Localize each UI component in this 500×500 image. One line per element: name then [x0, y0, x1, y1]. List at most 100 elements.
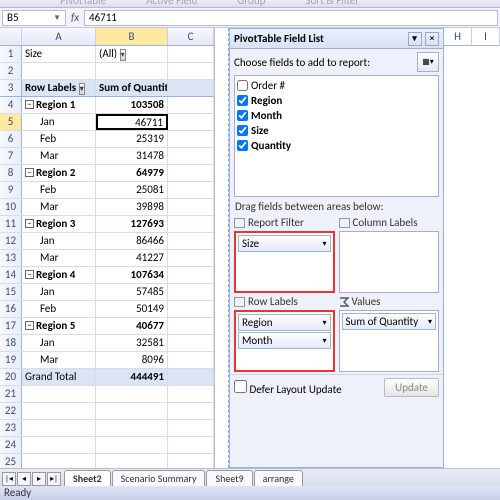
row-header[interactable]: 25	[0, 454, 22, 468]
cell[interactable]: 127693	[96, 216, 168, 232]
tab-more[interactable]: arrange	[254, 470, 303, 486]
cell[interactable]	[96, 386, 168, 402]
name-box[interactable]: B5 ▼	[2, 10, 66, 26]
tab-first-icon[interactable]: |◂	[2, 472, 16, 486]
row-header[interactable]: 5	[0, 114, 22, 130]
row-header[interactable]: 8	[0, 165, 22, 181]
col-header-C[interactable]: C	[168, 28, 214, 45]
row-header[interactable]: 13	[0, 250, 22, 266]
cell[interactable]	[168, 63, 214, 79]
cell[interactable]	[168, 97, 214, 113]
row-header[interactable]: 17	[0, 318, 22, 334]
field-list-dropdown-icon[interactable]: ▾	[408, 32, 422, 46]
field-checkbox[interactable]	[237, 110, 248, 121]
collapse-icon[interactable]: −	[25, 168, 34, 177]
row-header[interactable]: 4	[0, 97, 22, 113]
cell[interactable]: Mar	[22, 352, 96, 368]
row-header[interactable]: 10	[0, 199, 22, 215]
cell[interactable]: Mar	[22, 148, 96, 164]
cell[interactable]: 39898	[96, 199, 168, 215]
col-header-A[interactable]: A	[22, 28, 96, 45]
row-header[interactable]: 23	[0, 420, 22, 436]
chevron-down-icon[interactable]: ▾	[322, 336, 326, 346]
cell[interactable]: −Region 5	[22, 318, 96, 334]
cell[interactable]	[168, 420, 214, 436]
row-header[interactable]: 14	[0, 267, 22, 283]
cell[interactable]	[22, 63, 96, 79]
field-checkbox[interactable]	[237, 125, 248, 136]
cell[interactable]: 57485	[96, 284, 168, 300]
cell[interactable]: 25081	[96, 182, 168, 198]
cell[interactable]	[168, 114, 214, 130]
cell[interactable]	[96, 437, 168, 453]
cell[interactable]: Size	[22, 46, 96, 62]
row-header[interactable]: 16	[0, 301, 22, 317]
row-header[interactable]: 19	[0, 352, 22, 368]
field-checkbox[interactable]	[237, 95, 248, 106]
cell[interactable]	[168, 386, 214, 402]
area-pill[interactable]: Region▾	[238, 314, 331, 331]
tab-last-icon[interactable]: ▸|	[47, 472, 61, 486]
cell[interactable]	[22, 454, 96, 468]
cell[interactable]: Feb	[22, 301, 96, 317]
collapse-icon[interactable]: −	[25, 321, 34, 330]
cell[interactable]: 31478	[96, 148, 168, 164]
cell[interactable]: Row Labels ▾	[22, 80, 96, 96]
cell[interactable]	[168, 301, 214, 317]
field-item[interactable]: Size	[237, 123, 436, 138]
cell[interactable]	[168, 148, 214, 164]
cell[interactable]	[168, 165, 214, 181]
values-area[interactable]: Sum of Quantity▾	[339, 310, 440, 372]
sheet-tab[interactable]: Scenario Summary	[112, 470, 206, 486]
cell[interactable]: 8096	[96, 352, 168, 368]
tab-nav-buttons[interactable]: |◂ ◂ ▸ ▸|	[0, 472, 63, 486]
rowlabels-filter-icon[interactable]: ▾	[79, 83, 85, 95]
cell[interactable]	[168, 403, 214, 419]
row-header[interactable]: 9	[0, 182, 22, 198]
chevron-down-icon[interactable]: ▾	[428, 317, 432, 327]
cell[interactable]	[22, 386, 96, 402]
row-labels-area[interactable]: Region▾Month▾	[234, 310, 335, 372]
cell[interactable]: 64979	[96, 165, 168, 181]
field-item[interactable]: Order #	[237, 78, 436, 93]
cell[interactable]	[168, 216, 214, 232]
row-header[interactable]: 7	[0, 148, 22, 164]
cell[interactable]	[168, 267, 214, 283]
cell[interactable]: Jan	[22, 335, 96, 351]
cell[interactable]: Jan	[22, 233, 96, 249]
field-item[interactable]: Quantity	[237, 138, 436, 153]
layout-options-button[interactable]: ▦▾	[417, 52, 439, 72]
cell[interactable]	[22, 403, 96, 419]
cell[interactable]: 86466	[96, 233, 168, 249]
col-header-H[interactable]: H	[444, 28, 472, 46]
select-all-corner[interactable]	[0, 28, 22, 45]
cell[interactable]: Jan	[22, 284, 96, 300]
row-header[interactable]: 18	[0, 335, 22, 351]
worksheet-grid[interactable]: A B C 1Size(All) ▾23Row Labels ▾Sum of Q…	[0, 28, 215, 468]
row-header[interactable]: 15	[0, 284, 22, 300]
field-checkbox[interactable]	[237, 80, 248, 91]
cell[interactable]	[168, 131, 214, 147]
cell[interactable]: Mar	[22, 199, 96, 215]
cell[interactable]: −Region 1	[22, 97, 96, 113]
close-icon[interactable]: ×	[425, 32, 439, 46]
cell[interactable]: −Region 2	[22, 165, 96, 181]
cell[interactable]: 41227	[96, 250, 168, 266]
cell[interactable]: (All) ▾	[96, 46, 168, 62]
cell[interactable]	[96, 420, 168, 436]
tab-prev-icon[interactable]: ◂	[17, 472, 31, 486]
tab-next-icon[interactable]: ▸	[32, 472, 46, 486]
cell[interactable]: Jan	[22, 114, 96, 130]
cell[interactable]	[96, 63, 168, 79]
cell[interactable]	[168, 250, 214, 266]
pagefilter-dropdown-icon[interactable]: ▾	[120, 49, 126, 61]
sheet-tab[interactable]: Sheet2	[64, 470, 111, 486]
field-list-titlebar[interactable]: PivotTable Field List ▾ ×	[230, 29, 443, 49]
formula-input[interactable]: 46711	[84, 10, 498, 26]
row-header[interactable]: 11	[0, 216, 22, 232]
area-pill[interactable]: Size▾	[238, 235, 331, 252]
cell[interactable]: Sum of Quantity	[96, 80, 168, 96]
cell[interactable]: 444491	[96, 369, 168, 385]
cell[interactable]	[168, 233, 214, 249]
cell[interactable]	[96, 454, 168, 468]
